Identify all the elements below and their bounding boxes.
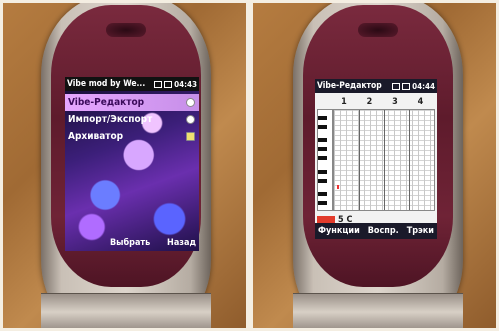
phone-screen: Vibe-Редактор 04:44 1 2 3 4 5 C Функции … (315, 79, 437, 239)
import-icon (186, 115, 195, 124)
phone-hinge (41, 293, 211, 328)
black-key (318, 192, 327, 196)
select-softkey[interactable]: Выбрать (110, 238, 150, 248)
camera-lens (106, 23, 146, 37)
note-grid[interactable] (333, 109, 435, 211)
black-key (318, 201, 327, 205)
envelope-icon (164, 80, 173, 88)
note-icon (186, 98, 195, 107)
main-menu: Vibe-Редактор Импорт/Экспорт Архиватор (65, 94, 199, 145)
menu-item-label: Vibe-Редактор (68, 97, 145, 108)
bar-numbers: 1 2 3 4 (333, 97, 435, 107)
clock: 04:43 (174, 79, 197, 89)
clock: 04:44 (412, 81, 435, 91)
bar-divider (409, 110, 410, 210)
bar-number: 3 (392, 97, 398, 107)
play-softkey[interactable]: Воспр. (368, 226, 399, 236)
black-key (318, 170, 327, 174)
photo-left: Vibe mod by We... 04:43 Vibe-Редактор Им… (3, 3, 246, 328)
editor-title: Vibe-Редактор (317, 81, 382, 91)
vibe-editor: 1 2 3 4 5 C (315, 93, 437, 225)
menu-item-archiver[interactable]: Архиватор (65, 128, 199, 145)
download-icon (154, 80, 163, 88)
tracks-softkey[interactable]: Трэки (407, 226, 434, 236)
menu-item-label: Архиватор (68, 131, 124, 142)
softkey-bar: Выбрать Назад (65, 235, 199, 251)
phone-screen: Vibe mod by We... 04:43 Vibe-Редактор Им… (65, 77, 199, 251)
functions-softkey[interactable]: Функции (318, 226, 360, 236)
phone-hinge (293, 293, 463, 328)
bar-number: 4 (417, 97, 424, 107)
black-key (318, 179, 327, 183)
softkey-bar: Функции Воспр. Трэки (315, 223, 437, 239)
piano-keys (317, 109, 333, 211)
archive-icon (186, 132, 195, 141)
black-key (318, 147, 327, 151)
app-title: Vibe mod by We... (67, 79, 146, 89)
camera-lens (358, 23, 398, 37)
edit-cursor (337, 185, 339, 189)
status-bar: Vibe-Редактор 04:44 (315, 79, 437, 93)
bar-divider (359, 110, 360, 210)
menu-item-import-export[interactable]: Импорт/Экспорт (65, 111, 199, 128)
black-key (318, 125, 327, 129)
menu-item-label: Импорт/Экспорт (68, 114, 153, 125)
bar-number: 1 (341, 97, 347, 107)
back-softkey[interactable]: Назад (167, 238, 196, 248)
status-bar: Vibe mod by We... 04:43 (65, 77, 199, 91)
black-key (318, 116, 327, 120)
envelope-icon (402, 82, 411, 90)
photo-right: Vibe-Редактор 04:44 1 2 3 4 5 C Функции … (253, 3, 496, 328)
black-key (318, 156, 327, 160)
bar-number: 2 (366, 97, 373, 107)
bar-divider (384, 110, 385, 210)
menu-item-vibe-editor[interactable]: Vibe-Редактор (65, 94, 199, 111)
black-key (318, 138, 327, 142)
download-icon (392, 82, 401, 90)
